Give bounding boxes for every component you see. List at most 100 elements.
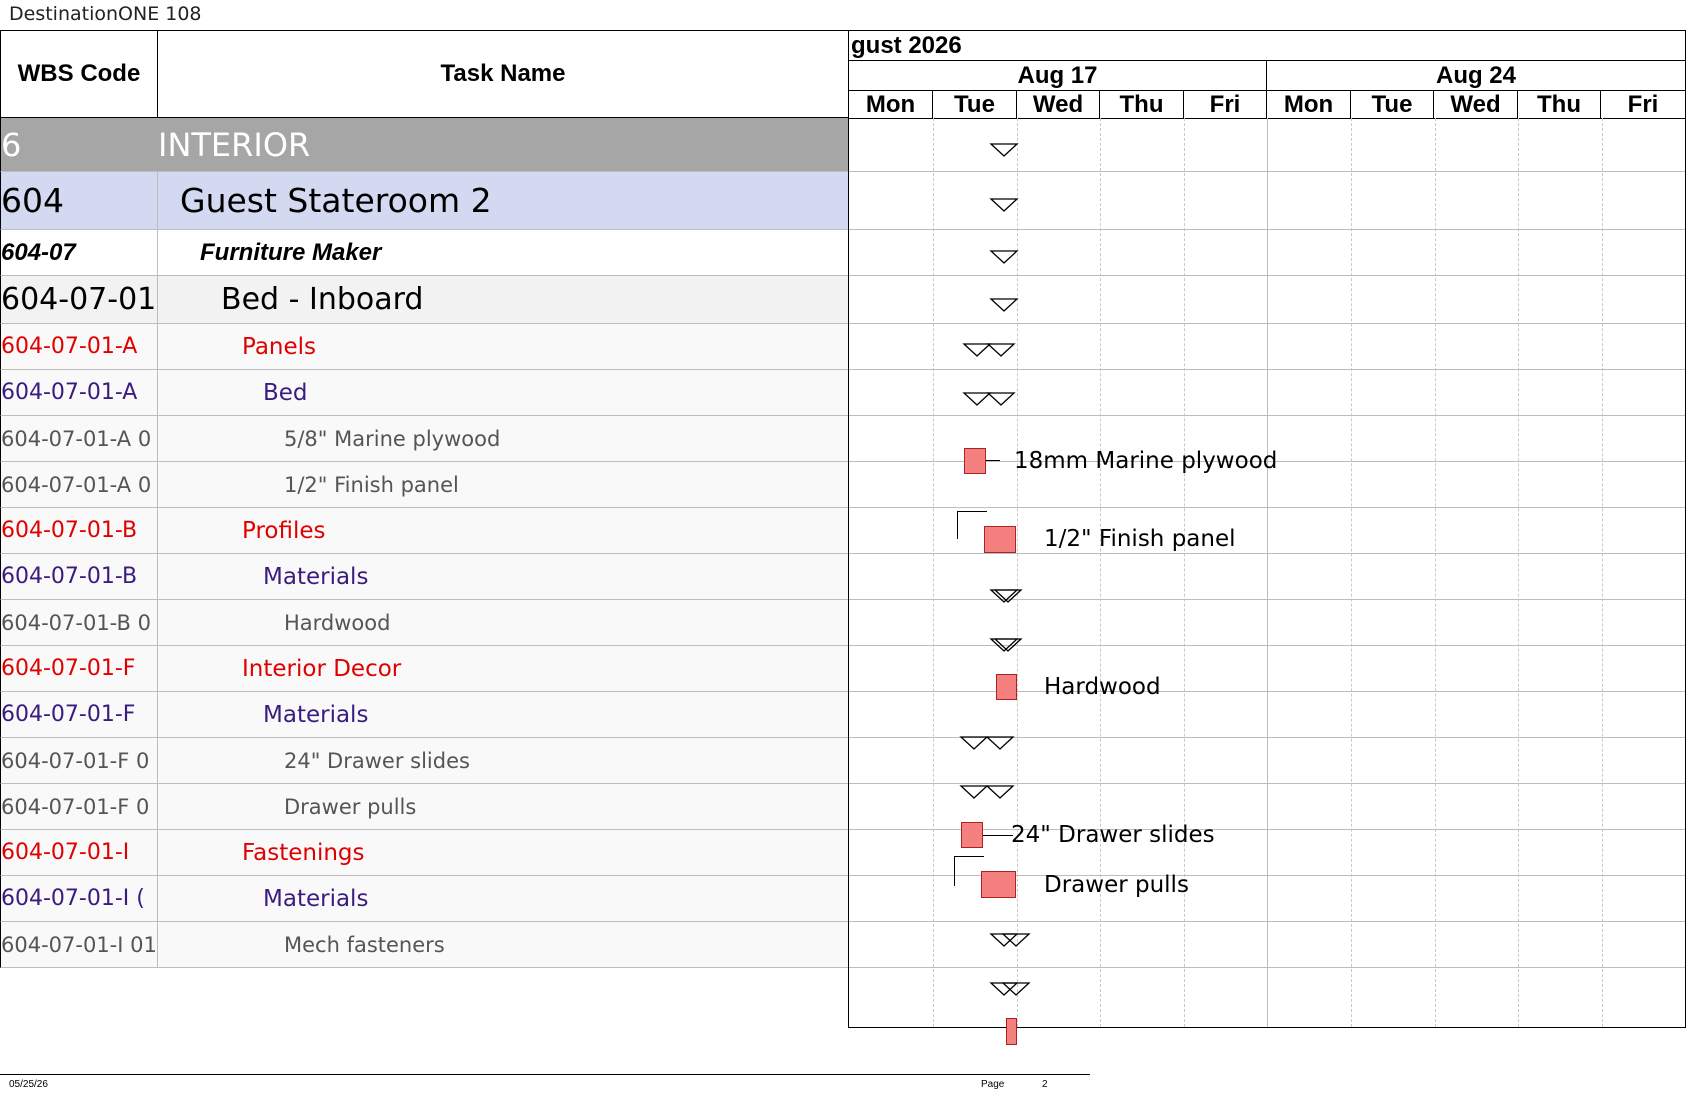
task-row[interactable]: 604-07-01-A Panels (0, 324, 849, 370)
task-name-cell: 24" Drawer slides (284, 748, 470, 773)
footer-date: 05/25/26 (9, 1079, 48, 1090)
app-title: DestinationONE 108 (9, 3, 202, 25)
task-name-cell: Materials (263, 563, 369, 590)
task-name-cell: Bed - Inboard (221, 282, 424, 317)
wbs-code-header[interactable]: WBS Code (0, 30, 158, 118)
timeline-day: Thu (1099, 90, 1184, 119)
task-name-cell: 5/8" Marine plywood (284, 426, 501, 451)
wbs-code-cell: 604-07-01-I 01 (1, 922, 158, 967)
task-row[interactable]: 604-07-01-I 01 Mech fasteners (0, 922, 849, 968)
wbs-code-cell: 604-07-01-A 0 (1, 462, 158, 507)
gantt-gridline (1518, 118, 1519, 1027)
wbs-code-cell: 604-07-01-B (1, 554, 158, 599)
gantt-chart: 18mm Marine plywood 1/2" Finish panel Ha… (848, 118, 1686, 1045)
task-row[interactable]: 604-07-01 Bed - Inboard (0, 276, 849, 324)
wbs-code-cell: 604-07-01 (1, 276, 158, 323)
task-row[interactable]: 604-07-01-B Profiles (0, 508, 849, 554)
wbs-code-cell: 604-07-01-F (1, 692, 158, 737)
schedule-frame: WBS Code Task Name gust 2026 Aug 17 Aug … (0, 30, 1686, 1045)
summary-marker-icon (989, 982, 1031, 996)
task-row[interactable]: 604-07-01-B Materials (0, 554, 849, 600)
gantt-row-line (849, 553, 1685, 554)
wbs-code-cell: 604-07-01-I (1, 830, 158, 875)
timeline-month-header: gust 2026 (848, 30, 1686, 61)
task-name-cell: Drawer pulls (284, 794, 417, 819)
bar-leader-line (983, 835, 1013, 836)
summary-marker-icon (989, 933, 1031, 947)
task-row[interactable]: 604-07-01-F Interior Decor (0, 646, 849, 692)
task-name-header[interactable]: Task Name (157, 30, 849, 118)
task-bar[interactable] (961, 822, 983, 848)
task-name-cell: Hardwood (284, 610, 391, 635)
summary-marker-icon (989, 250, 1019, 264)
gantt-row-line (849, 229, 1685, 230)
gantt-label-drawer-slides: 24" Drawer slides (1011, 822, 1215, 848)
summary-marker-icon (959, 736, 1015, 750)
timeline-day: Wed (1433, 90, 1518, 119)
task-name-cell: Profiles (242, 517, 326, 544)
gantt-row-line (849, 171, 1685, 172)
gantt-row-line (849, 599, 1685, 600)
summary-marker-icon (989, 143, 1019, 157)
wbs-code-cell: 604-07-01-I ( (1, 876, 158, 921)
summary-marker-icon (959, 785, 1015, 799)
gantt-row-line (849, 275, 1685, 276)
summary-marker-icon (989, 638, 1023, 652)
task-bar[interactable] (1006, 1018, 1017, 1045)
summary-marker-icon (989, 198, 1019, 212)
task-row[interactable]: 604-07-01-F 0 Drawer pulls (0, 784, 849, 830)
task-bar[interactable] (981, 871, 1016, 898)
task-row[interactable]: 604-07-01-I ( Materials (0, 876, 849, 922)
task-bar[interactable] (964, 448, 986, 474)
gantt-row-line (849, 645, 1685, 646)
summary-marker-icon (989, 298, 1019, 312)
wbs-code-cell: 604-07-01-F 0 (1, 784, 158, 829)
task-bar[interactable] (996, 674, 1017, 700)
task-row[interactable]: 604-07-01-F Materials (0, 692, 849, 738)
wbs-code-cell: 604-07 (1, 230, 158, 275)
task-name-cell: Materials (263, 701, 369, 728)
bar-leader-line (986, 460, 1000, 461)
timeline-day: Thu (1517, 90, 1601, 119)
task-row[interactable]: 604-07 Furniture Maker (0, 230, 849, 276)
summary-marker-icon (962, 392, 1016, 406)
footer-page-label: Page (981, 1079, 1005, 1090)
timeline-week-1: Aug 17 (848, 60, 1267, 91)
timeline-week-2: Aug 24 (1266, 60, 1686, 91)
gantt-row-line (849, 921, 1685, 922)
footer-rule (0, 1074, 1090, 1075)
timeline-day: Fri (1600, 90, 1686, 119)
task-row[interactable]: 604-07-01-F 0 24" Drawer slides (0, 738, 849, 784)
gantt-label-drawer-pulls: Drawer pulls (1044, 872, 1189, 898)
wbs-code-cell: 604-07-01-B 0 (1, 600, 158, 645)
task-row[interactable]: 604-07-01-I Fastenings (0, 830, 849, 876)
gantt-row-line (849, 507, 1685, 508)
task-name-cell: Materials (263, 885, 369, 912)
summary-marker-icon (989, 589, 1023, 603)
summary-marker-icon (962, 343, 1016, 357)
task-name-cell: Mech fasteners (284, 932, 445, 957)
timeline-day: Mon (1266, 90, 1351, 119)
task-name-cell: Interior Decor (242, 655, 402, 682)
task-row[interactable]: 604-07-01-A 0 5/8" Marine plywood (0, 416, 849, 462)
task-row[interactable]: 604-07-01-A Bed (0, 370, 849, 416)
gantt-row-line (849, 967, 1685, 968)
gantt-label-hardwood: Hardwood (1044, 674, 1161, 700)
task-row[interactable]: 604 Guest Stateroom 2 (0, 172, 849, 230)
wbs-code-cell: 604-07-01-F (1, 646, 158, 691)
task-row[interactable]: 604-07-01-A 0 1/2" Finish panel (0, 462, 849, 508)
gantt-gridline (1435, 118, 1436, 1027)
gantt-row-line (849, 369, 1685, 370)
task-row[interactable]: 6 INTERIOR (0, 118, 849, 172)
task-row[interactable]: 604-07-01-B 0 Hardwood (0, 600, 849, 646)
gantt-row-line (849, 691, 1685, 692)
gantt-gridline (1267, 118, 1268, 1027)
task-name-cell: Guest Stateroom 2 (180, 181, 492, 220)
task-name-cell: 1/2" Finish panel (284, 472, 459, 497)
wbs-code-cell: 604 (1, 172, 158, 229)
wbs-code-cell: 604-07-01-A 0 (1, 416, 158, 461)
wbs-code-cell: 604-07-01-A (1, 370, 158, 415)
wbs-code-cell: 604-07-01-F 0 (1, 738, 158, 783)
timeline-day: Fri (1183, 90, 1267, 119)
task-bar[interactable] (984, 526, 1016, 553)
